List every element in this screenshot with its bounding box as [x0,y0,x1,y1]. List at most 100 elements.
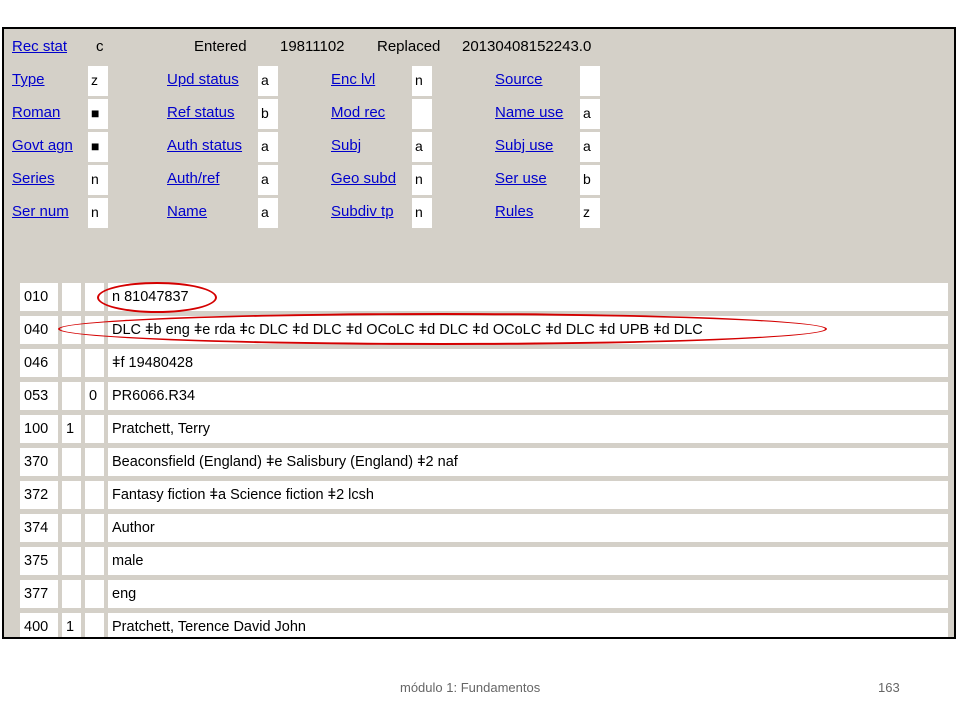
indicator-2[interactable] [85,514,104,542]
indicator-2[interactable] [85,613,104,637]
fixed-field-value[interactable]: n [88,165,108,195]
fixed-field-value[interactable]: a [412,132,432,162]
fixed-field-label[interactable]: Ref status [167,104,235,122]
fixed-field-value[interactable]: a [580,99,600,129]
marc-field-row[interactable]: 374 Author [4,514,954,542]
indicator-1[interactable] [62,514,81,542]
fixed-fields-panel: Rec stat c Entered 19811102 Replaced 201… [4,29,954,269]
indicator-2[interactable] [85,481,104,509]
indicator-1[interactable] [62,547,81,575]
fixed-field-value[interactable]: n [412,165,432,195]
marc-field-row[interactable]: 377 eng [4,580,954,608]
fixed-field-value[interactable]: z [88,66,108,96]
fixed-field-label[interactable]: Source [495,71,543,89]
field-tag[interactable]: 372 [20,481,58,509]
field-tag[interactable]: 377 [20,580,58,608]
fixed-field-label[interactable]: Auth/ref [167,170,220,188]
fixed-field-label[interactable]: Type [12,71,45,89]
field-tag[interactable]: 010 [20,283,58,311]
field-data[interactable]: Fantasy fiction ǂa Science fiction ǂ2 lc… [108,481,948,509]
fixed-field-value[interactable]: b [580,165,600,195]
marc-field-row[interactable]: 370 Beaconsfield (England) ǂe Salisbury … [4,448,954,476]
field-data[interactable]: Beaconsfield (England) ǂe Salisbury (Eng… [108,448,948,476]
marc-field-row[interactable]: 372 Fantasy fiction ǂa Science fiction ǂ… [4,481,954,509]
fixed-field-label[interactable]: Subj use [495,137,553,155]
indicator-1[interactable] [62,580,81,608]
replaced-value: 20130408152243.0 [462,38,592,55]
fixed-field-value[interactable]: z [580,198,600,228]
fixed-field-value[interactable]: a [258,165,278,195]
entered-value: 19811102 [280,38,345,55]
field-data[interactable]: Pratchett, Terry [108,415,948,443]
rec-stat-label[interactable]: Rec stat [12,38,67,56]
fixed-field-label[interactable]: Series [12,170,55,188]
marc-field-row[interactable]: 375 male [4,547,954,575]
indicator-1[interactable] [62,481,81,509]
field-tag[interactable]: 370 [20,448,58,476]
entered-label: Entered [194,38,247,55]
indicator-2[interactable] [85,448,104,476]
fixed-field-label[interactable]: Rules [495,203,533,221]
field-data[interactable]: male [108,547,948,575]
indicator-1[interactable] [62,349,81,377]
marc-field-row[interactable]: 400 1 Pratchett, Terence David John [4,613,954,637]
field-data[interactable]: eng [108,580,948,608]
fixed-field-label[interactable]: Subdiv tp [331,203,394,221]
fixed-field-value[interactable]: ■ [88,132,108,162]
fixed-field-value[interactable]: n [412,198,432,228]
marc-field-row[interactable]: 046 ǂf 19480428 [4,349,954,377]
fixed-field-value[interactable] [412,99,432,129]
fixed-field-value[interactable]: b [258,99,278,129]
indicator-1[interactable]: 1 [62,415,81,443]
indicator-2[interactable] [85,349,104,377]
fixed-field-value[interactable]: a [258,198,278,228]
field-data[interactable]: Author [108,514,948,542]
fixed-field-label[interactable]: Roman [12,104,60,122]
field-data[interactable]: PR6066.R34 [108,382,948,410]
fixed-field-value[interactable] [580,66,600,96]
fixed-field-label[interactable]: Name [167,203,207,221]
field-tag[interactable]: 374 [20,514,58,542]
field-data[interactable]: Pratchett, Terence David John [108,613,948,637]
fixed-field-label[interactable]: Ser num [12,203,69,221]
field-tag[interactable]: 400 [20,613,58,637]
page-number: 163 [878,680,900,695]
indicator-2[interactable] [85,415,104,443]
field-tag[interactable]: 040 [20,316,58,344]
field-tag[interactable]: 046 [20,349,58,377]
fixed-field-value[interactable]: n [412,66,432,96]
indicator-1[interactable] [62,283,81,311]
indicator-2[interactable] [85,580,104,608]
indicator-2[interactable] [85,547,104,575]
fixed-field-value[interactable]: ■ [88,99,108,129]
fixed-field-value[interactable]: a [580,132,600,162]
indicator-1[interactable] [62,382,81,410]
highlight-ellipse-010 [97,282,217,313]
highlight-ellipse-040 [58,313,827,345]
fixed-field-label[interactable]: Name use [495,104,563,122]
fixed-field-value[interactable]: n [88,198,108,228]
marc-field-row[interactable]: 100 1 Pratchett, Terry [4,415,954,443]
fixed-field-label[interactable]: Ser use [495,170,547,188]
fixed-field-label[interactable]: Auth status [167,137,242,155]
fixed-field-label[interactable]: Enc lvl [331,71,375,89]
fixed-field-label[interactable]: Subj [331,137,361,155]
indicator-1[interactable]: 1 [62,613,81,637]
fixed-field-label[interactable]: Upd status [167,71,239,89]
marc-field-row[interactable]: 053 0 PR6066.R34 [4,382,954,410]
rec-stat-value: c [96,38,104,55]
field-tag[interactable]: 053 [20,382,58,410]
fixed-field-value[interactable]: a [258,66,278,96]
field-tag[interactable]: 375 [20,547,58,575]
fixed-field-label[interactable]: Mod rec [331,104,385,122]
field-tag[interactable]: 100 [20,415,58,443]
indicator-2[interactable]: 0 [85,382,104,410]
indicator-1[interactable] [62,448,81,476]
replaced-label: Replaced [377,38,441,55]
slide-footer: módulo 1: Fundamentos [400,680,541,695]
fixed-field-value[interactable]: a [258,132,278,162]
fixed-field-label[interactable]: Govt agn [12,137,73,155]
field-data[interactable]: ǂf 19480428 [108,349,948,377]
fixed-field-label[interactable]: Geo subd [331,170,396,188]
field-data[interactable]: n 81047837 [108,283,948,311]
